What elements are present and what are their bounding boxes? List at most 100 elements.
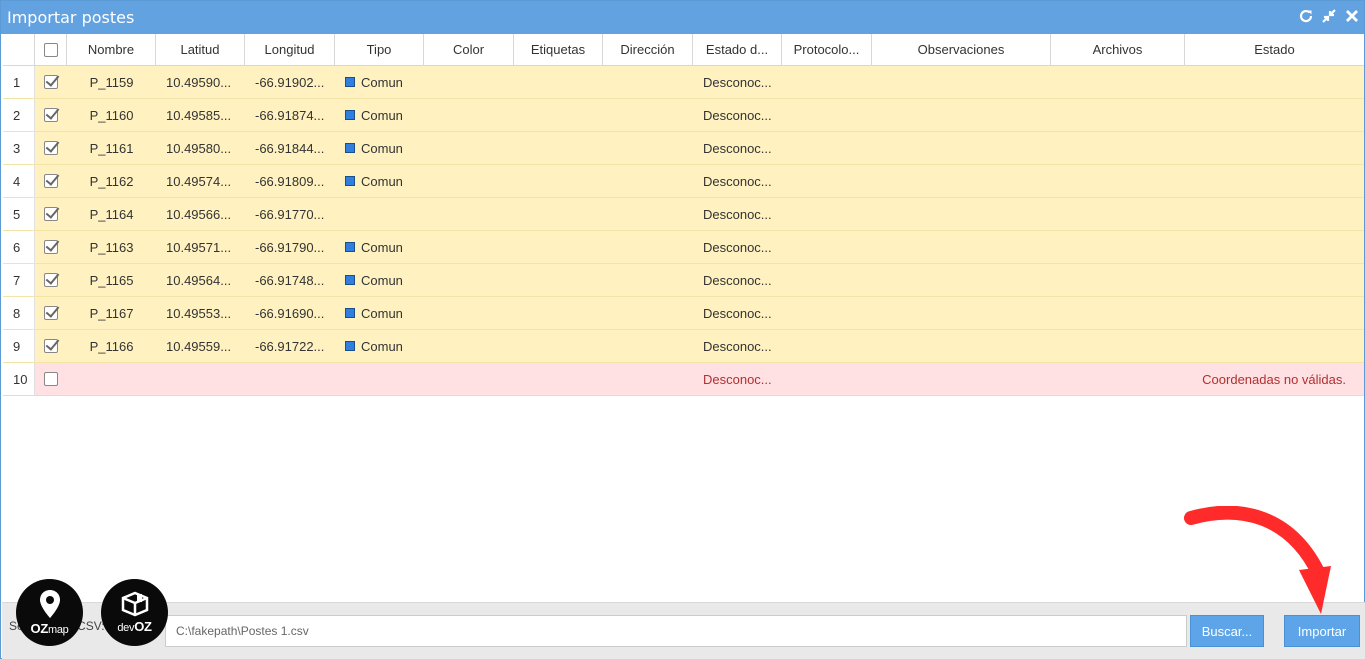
row-checkbox[interactable] [44,207,58,221]
row-number: 1 [3,66,35,98]
table-row[interactable]: 3 P_1161 10.49580... -66.91844... Comun Desco… [3,132,1364,165]
row-checkbox-cell[interactable] [35,132,67,164]
cell-observaciones [872,264,1051,296]
table-row[interactable]: 5 P_1164 10.49566... -66.91770... Desconoc..… [3,198,1364,231]
header-color[interactable]: Color [424,34,514,65]
row-checkbox-cell[interactable] [35,297,67,329]
cell-observaciones [872,165,1051,197]
header-estado[interactable]: Estado [1185,34,1364,65]
cell-direccion [603,363,693,395]
cell-protocolo [782,330,872,362]
file-path-input[interactable]: C:\fakepath\Postes 1.csv [165,615,1187,647]
cell-estado-d: Desconoc... [703,74,772,90]
cell-direccion [603,297,693,329]
importar-button[interactable]: Importar [1284,615,1360,647]
table-row[interactable]: 6 P_1163 10.49571... -66.91790... Comun Desco… [3,231,1364,264]
ozmap-logo: OZmap [16,579,83,646]
cell-tipo [335,363,424,395]
cell-estado [1185,264,1364,296]
cell-estado-d: Desconoc... [703,338,772,354]
cell-tipo: Comun [335,330,424,362]
row-checkbox-cell[interactable] [35,165,67,197]
cell-tipo: Comun [335,132,424,164]
cell-longitud: -66.91748... [255,272,325,288]
cell-protocolo [782,165,872,197]
dialog-title: Importar postes [7,8,135,27]
cell-direccion [603,231,693,263]
row-checkbox[interactable] [44,141,58,155]
table-row[interactable]: 10 Desconoc... Coordenadas no válidas. [3,363,1364,396]
header-archivos[interactable]: Archivos [1051,34,1185,65]
row-number: 9 [3,330,35,362]
cell-direccion [603,66,693,98]
cell-estado [1185,198,1364,230]
cell-nombre [67,363,156,395]
cell-archivos [1051,198,1185,230]
row-checkbox[interactable] [44,240,58,254]
posts-grid: Nombre Latitud Longitud Tipo Color Etiqu… [3,34,1364,396]
cell-tipo: Comun [335,231,424,263]
close-icon[interactable] [1344,8,1360,26]
row-checkbox[interactable] [44,339,58,353]
header-protocolo[interactable]: Protocolo... [782,34,872,65]
header-direccion[interactable]: Dirección [603,34,693,65]
cell-longitud: -66.91874... [255,107,325,123]
cell-estado [1185,330,1364,362]
row-checkbox-cell[interactable] [35,330,67,362]
header-estado-d[interactable]: Estado d... [693,34,782,65]
table-row[interactable]: 1 P_1159 10.49590... -66.91902... Comun Desco… [3,66,1364,99]
table-row[interactable]: 4 P_1162 10.49574... -66.91809... Comun Desco… [3,165,1364,198]
header-nombre[interactable]: Nombre [67,34,156,65]
cell-longitud: -66.91722... [255,338,325,354]
cell-longitud: -66.91809... [255,173,325,189]
row-checkbox-cell[interactable] [35,66,67,98]
cell-protocolo [782,264,872,296]
row-checkbox[interactable] [44,273,58,287]
row-checkbox-cell[interactable] [35,264,67,296]
header-rownum [3,34,35,65]
row-checkbox[interactable] [44,372,58,386]
row-checkbox[interactable] [44,75,58,89]
cell-direccion [603,99,693,131]
cell-color [424,231,514,263]
row-checkbox[interactable] [44,174,58,188]
tipo-label: Comun [361,74,403,90]
tipo-color-swatch [345,110,355,120]
cell-tipo: Comun [335,264,424,296]
cell-tipo: Comun [335,165,424,197]
cell-color [424,297,514,329]
cell-latitud: 10.49564... [166,272,232,288]
refresh-icon[interactable] [1298,8,1314,26]
row-checkbox-cell[interactable] [35,99,67,131]
tipo-color-swatch [345,275,355,285]
select-all-checkbox[interactable] [43,42,58,57]
cell-estado-d: Desconoc... [703,206,772,222]
header-tipo[interactable]: Tipo [335,34,424,65]
table-row[interactable]: 2 P_1160 10.49585... -66.91874... Comun Desco… [3,99,1364,132]
row-checkbox-cell[interactable] [35,231,67,263]
header-select-all[interactable] [35,34,67,65]
row-number: 10 [3,363,35,395]
row-checkbox-cell[interactable] [35,198,67,230]
header-observaciones[interactable]: Observaciones [872,34,1051,65]
row-checkbox[interactable] [44,306,58,320]
cell-observaciones [872,198,1051,230]
header-etiquetas[interactable]: Etiquetas [514,34,603,65]
cell-tipo: Comun [335,297,424,329]
cell-archivos [1051,66,1185,98]
cell-color [424,66,514,98]
row-checkbox[interactable] [44,108,58,122]
table-row[interactable]: 9 P_1166 10.49559... -66.91722... Comun Desco… [3,330,1364,363]
cell-latitud: 10.49580... [166,140,232,156]
row-checkbox-cell[interactable] [35,363,67,395]
header-longitud[interactable]: Longitud [245,34,335,65]
header-latitud[interactable]: Latitud [156,34,245,65]
cell-estado-d: Desconoc... [703,272,772,288]
buscar-button[interactable]: Buscar... [1190,615,1264,647]
table-row[interactable]: 8 P_1167 10.49553... -66.91690... Comun Desco… [3,297,1364,330]
cell-estado-d: Desconoc... [703,239,772,255]
tipo-label: Comun [361,239,403,255]
collapse-icon[interactable] [1321,8,1337,26]
table-row[interactable]: 7 P_1165 10.49564... -66.91748... Comun Desco… [3,264,1364,297]
cell-archivos [1051,297,1185,329]
